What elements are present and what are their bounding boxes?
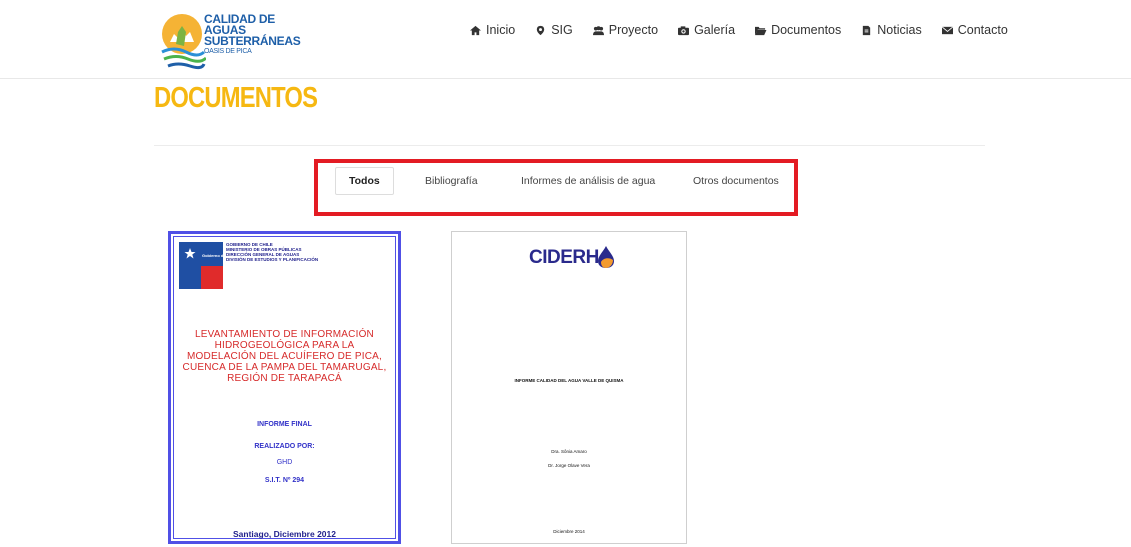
nav-item-noticias[interactable]: Noticias	[860, 23, 922, 37]
document-card[interactable]: CIDERH INFORME CALIDAD DEL AGUA VALLE DE…	[451, 231, 687, 544]
document-title: INFORME CALIDAD DEL AGUA VALLE DE QUISMA	[514, 378, 624, 383]
nav-label: Contacto	[957, 23, 1008, 37]
document-cover: Gobierno de Chile GOBIERNO DE CHILE MINI…	[173, 236, 396, 539]
document-made-by: REALIZADO POR:	[254, 443, 315, 450]
home-icon	[470, 25, 481, 35]
document-author: GHD	[276, 459, 293, 466]
map-marker-icon	[537, 25, 545, 35]
logo-line-3: OASIS DE PICA	[204, 48, 252, 55]
gov-header: GOBIERNO DE CHILE MINISTERIO DE OBRAS PÚ…	[226, 242, 318, 262]
document-author: Dr. Jorge Olave Vera	[548, 463, 590, 468]
site-header: CALIDAD DE AGUAS SUBTERRÁNEAS OASIS DE P…	[0, 0, 1131, 79]
nav-label: Proyecto	[608, 23, 659, 37]
nav-label: Inicio	[486, 23, 516, 37]
nav-item-sig[interactable]: SIG	[534, 23, 573, 37]
logo-text: CALIDAD DE AGUAS SUBTERRÁNEAS OASIS DE P…	[204, 12, 301, 56]
tab-bibliografia[interactable]: Bibliografía	[425, 175, 478, 187]
document-report-type: INFORME FINAL	[257, 421, 312, 428]
nav-item-inicio[interactable]: Inicio	[469, 23, 515, 37]
logo-line-2: SUBTERRÁNEAS	[204, 34, 301, 48]
site-logo[interactable]: CALIDAD DE AGUAS SUBTERRÁNEAS OASIS DE P…	[160, 10, 301, 72]
ciderh-logo-text: CIDERH	[529, 247, 599, 268]
document-date: Santiago, Diciembre 2012	[233, 529, 336, 539]
document-date: Diciembre 2014	[553, 529, 585, 534]
gov-header-line: DIVISIÓN DE ESTUDIOS Y PLANIFICACIÓN	[226, 257, 319, 262]
tab-otros-documentos[interactable]: Otros documentos	[693, 175, 779, 187]
document-card[interactable]: Gobierno de Chile GOBIERNO DE CHILE MINI…	[168, 231, 401, 544]
nav-item-contacto[interactable]: Contacto	[941, 23, 1008, 37]
gobierno-chile-logo	[179, 242, 223, 289]
document-author: Dra. Sônia Amaro	[551, 449, 587, 454]
nav-label: Documentos	[771, 23, 842, 37]
divider	[154, 145, 985, 146]
document-title: LEVANTAMIENTO DE INFORMACIÓN HIDROGEOLÓG…	[182, 329, 387, 384]
nav-label: Galería	[694, 23, 736, 37]
envelope-icon	[941, 25, 954, 34]
logo-emblem-icon	[161, 14, 206, 70]
main-nav: Inicio SIG Proyecto Galería Documentos N…	[469, 23, 1027, 37]
nav-item-galeria[interactable]: Galería	[677, 23, 735, 37]
nav-item-documentos[interactable]: Documentos	[754, 23, 841, 37]
ciderh-logo: CIDERH	[529, 246, 614, 269]
folder-icon	[755, 26, 767, 35]
tab-informes-analisis-agua[interactable]: Informes de análisis de agua	[521, 175, 655, 187]
logo-line-1: CALIDAD DE AGUAS	[204, 12, 275, 37]
nav-label: SIG	[551, 23, 573, 37]
camera-icon	[678, 25, 690, 35]
tab-todos[interactable]: Todos	[335, 167, 394, 195]
nav-label: Noticias	[877, 23, 922, 37]
users-icon	[592, 25, 604, 35]
page-title: DOCUMENTOS	[154, 82, 318, 114]
document-sit: S.I.T. Nº 294	[264, 477, 305, 484]
file-icon	[863, 25, 871, 35]
nav-item-proyecto[interactable]: Proyecto	[592, 23, 658, 37]
water-drop-icon	[598, 246, 614, 268]
